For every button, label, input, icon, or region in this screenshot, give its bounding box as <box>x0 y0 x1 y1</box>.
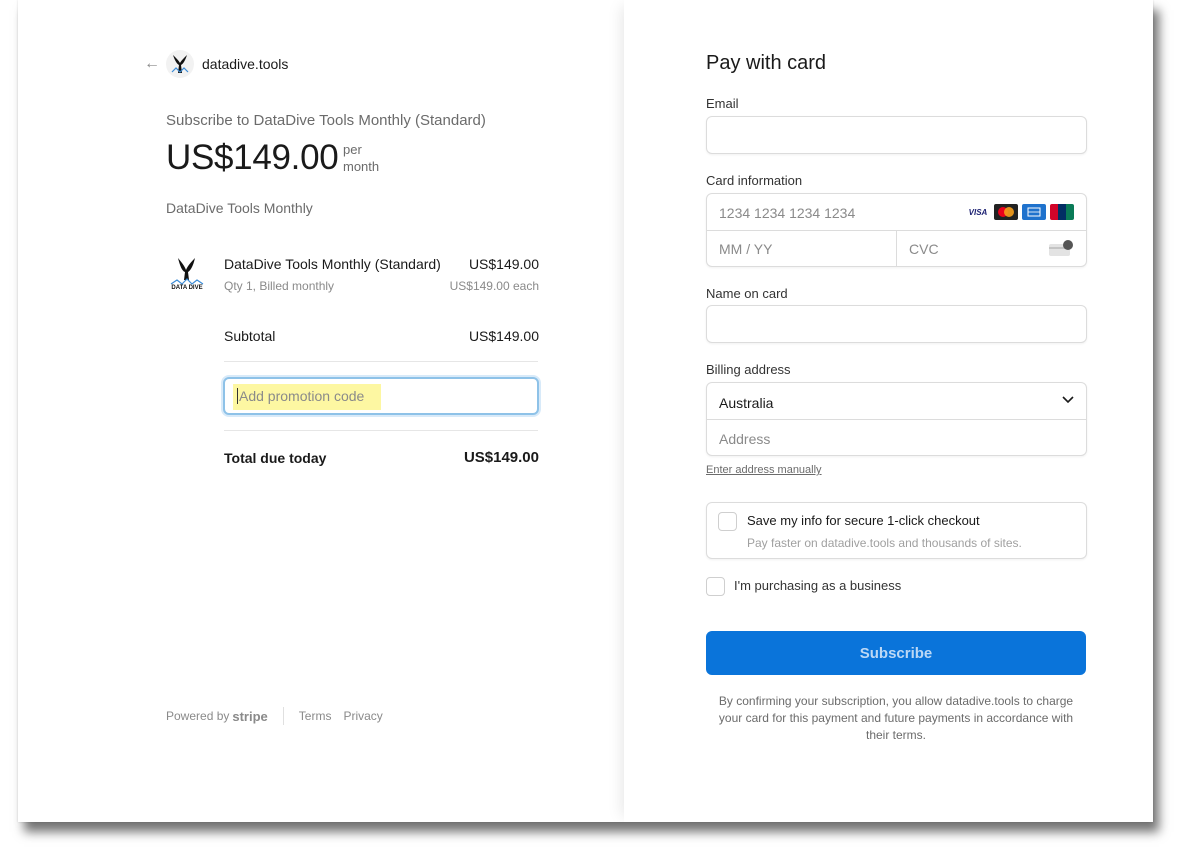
cvc-card-icon <box>1049 240 1073 256</box>
divider <box>224 361 538 362</box>
price-interval: per month <box>343 141 379 175</box>
price-amount: US$149.00 <box>166 138 339 177</box>
stripe-logo[interactable]: stripe <box>232 709 267 724</box>
expiry-placeholder: MM / YY <box>719 241 773 257</box>
card-brand-icons: VISA <box>966 204 1074 220</box>
chevron-down-icon <box>1062 396 1074 404</box>
save-info-title: Save my info for secure 1-click checkout <box>747 513 980 528</box>
merchant-name[interactable]: datadive.tools <box>202 56 288 72</box>
line-item-qty: Qty 1, Billed monthly <box>224 279 335 293</box>
footer-divider <box>282 707 284 725</box>
total-label: Total due today <box>224 450 327 466</box>
expiry-field[interactable]: MM / YY <box>707 231 897 266</box>
cvc-field[interactable]: CVC <box>897 231 1086 266</box>
promotion-code-input[interactable]: Add promotion code <box>223 377 539 415</box>
amex-icon <box>1022 204 1046 220</box>
billing-address-group: Australia Address <box>706 382 1087 456</box>
save-info-checkbox[interactable] <box>718 512 737 531</box>
card-number-field[interactable]: 1234 1234 1234 1234 VISA <box>707 194 1086 231</box>
footer: Powered by stripe Terms Privacy <box>166 707 395 725</box>
powered-by-label: Powered by <box>166 709 230 723</box>
checkout-window: ← datadive.tools Subscribe to DataDive T… <box>18 0 1153 822</box>
unionpay-icon <box>1050 204 1074 220</box>
business-checkbox[interactable] <box>706 577 725 596</box>
save-info-subtext: Pay faster on datadive.tools and thousan… <box>747 536 1022 550</box>
subscription-terms: By confirming your subscription, you all… <box>718 694 1074 742</box>
payment-form-panel: Pay with card Email Card information 123… <box>624 0 1153 822</box>
cvc-placeholder: CVC <box>909 241 939 257</box>
price-interval-unit: month <box>343 159 380 174</box>
product-logo-text: DATA DIVE <box>171 285 203 291</box>
product-logo: DATA DIVE <box>168 254 206 296</box>
payment-title: Pay with card <box>706 52 827 74</box>
card-info-label: Card information <box>706 173 803 188</box>
order-summary-panel: ← datadive.tools Subscribe to DataDive T… <box>18 0 624 822</box>
visa-icon: VISA <box>966 204 990 220</box>
line-item-price: US$149.00 <box>468 256 539 272</box>
card-number-placeholder: 1234 1234 1234 1234 <box>719 205 856 221</box>
subtotal-value: US$149.00 <box>468 328 539 344</box>
enter-address-manually-link[interactable]: Enter address manually <box>706 464 822 476</box>
email-field[interactable] <box>706 116 1087 154</box>
subscribe-button[interactable]: Subscribe <box>706 631 1086 675</box>
divider <box>224 430 538 431</box>
name-on-card-field[interactable] <box>706 305 1087 343</box>
total-value: US$149.00 <box>463 449 539 466</box>
billing-address-label: Billing address <box>706 362 791 377</box>
country-value: Australia <box>719 395 774 411</box>
save-info-box: Save my info for secure 1-click checkout… <box>706 502 1087 559</box>
privacy-link[interactable]: Privacy <box>343 709 382 723</box>
card-info-group: 1234 1234 1234 1234 VISA MM / YY CVC <box>706 193 1087 267</box>
name-on-card-label: Name on card <box>706 286 788 301</box>
email-label: Email <box>706 96 739 111</box>
product-heading: Subscribe to DataDive Tools Monthly (Sta… <box>166 112 486 129</box>
price-interval-per: per <box>343 142 362 157</box>
whale-tail-icon <box>171 55 189 73</box>
mastercard-icon <box>994 204 1018 220</box>
country-select[interactable]: Australia <box>707 383 1086 420</box>
product-description: DataDive Tools Monthly <box>166 200 313 216</box>
terms-link[interactable]: Terms <box>299 709 332 723</box>
line-item-unit-price: US$149.00 each <box>449 279 539 293</box>
back-arrow-icon[interactable]: ← <box>144 56 160 72</box>
address-placeholder: Address <box>719 431 771 447</box>
address-field[interactable]: Address <box>707 420 1086 455</box>
subtotal-label: Subtotal <box>224 328 276 344</box>
promotion-code-placeholder: Add promotion code <box>237 388 365 404</box>
merchant-logo <box>166 50 194 78</box>
business-label: I'm purchasing as a business <box>734 578 902 593</box>
line-item-name: DataDive Tools Monthly (Standard) <box>224 256 441 272</box>
